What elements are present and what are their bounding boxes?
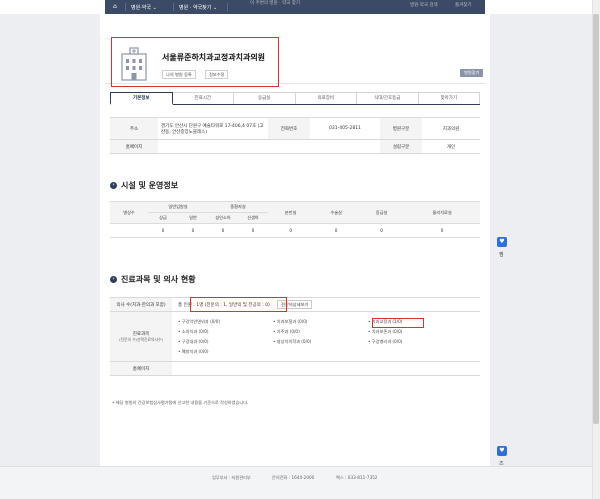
basic-info-table: 주소 경기도 안산시 단원구 예술타워로 17-406,4 07호 (고잔동, … — [110, 117, 480, 154]
hospital-header: 서울류준하치과교정과치과의원 나의 병원 등록 정보수정 병원찾기 — [105, 24, 485, 87]
doctors-table: 의사 수(치과·한의과 포함) 총 인원 : 1명 (전문의 : 1, 일반의 … — [110, 297, 480, 376]
doctor-count-label: 의사 수(치과·한의과 포함) — [110, 297, 172, 312]
address-label: 주소 — [110, 117, 158, 140]
favorites-link[interactable]: 즐겨찾기 — [455, 2, 472, 8]
doctors-section-title: › 진료과목 및 의사 현황 — [110, 274, 196, 285]
nav-divider — [173, 3, 174, 11]
main-content: 서울류준하치과교정과치과의원 나의 병원 등록 정보수정 병원찾기 기본정보 진… — [100, 14, 490, 466]
department-label-cell: 진료과목 (전문의 수/선택진료의사수) — [110, 311, 172, 362]
beds-value — [110, 223, 148, 238]
hospital-highlight-box: 서울류준하치과교정과치과의원 나의 병원 등록 정보수정 — [111, 37, 279, 87]
scrollbar[interactable] — [592, 0, 600, 499]
sub-header-general: 일반 — [178, 212, 208, 224]
department-sublabel: (전문의 수/선택진료의사수) — [119, 336, 163, 342]
operating-room-label: 수술실 — [313, 201, 359, 224]
homepage-value — [158, 139, 380, 154]
phone-value: 031-405-2811 — [310, 117, 380, 140]
homepage-label: 홈페이지 — [110, 139, 158, 154]
facility-section-title: › 시설 및 운영정보 — [110, 180, 178, 191]
department-item: • 치과보철과 (0/0) — [273, 318, 308, 324]
facility-value: 0 — [404, 223, 480, 238]
side-label-1: 찜 — [499, 252, 504, 258]
homepage-label: 홈페이지 — [110, 361, 172, 376]
nearby-search-link[interactable]: 이 주변의 병원 · 약국 찾기 — [250, 0, 300, 6]
facility-value: 0 — [208, 223, 238, 238]
home-icon[interactable]: ⌂ — [113, 3, 117, 10]
nav-divider — [125, 3, 126, 11]
scroll-thumb[interactable] — [593, 14, 599, 424]
top-bar: ⌂ 병원·약국 ⌄ 병원 · 약국찾기 ⌄ 이 주변의 병원 · 약국 찾기 병… — [0, 0, 600, 14]
facility-title-text: 시설 및 운영정보 — [121, 181, 179, 190]
department-list: • 구강악안면외과 (0/0) • 치과보철과 (0/0) • 치과교정과 (1… — [172, 315, 480, 359]
sub-header-newborn: 신생아 — [238, 212, 268, 224]
establishment-value: 개인 — [422, 139, 480, 154]
icu-label: 중환자실 — [208, 201, 268, 213]
chevron-right-icon: › — [110, 182, 117, 189]
tab-hours[interactable]: 진료시간 — [172, 92, 234, 104]
nav-item-hospital-pharmacy[interactable]: 병원·약국 ⌄ — [131, 4, 157, 11]
facility-value: 0 — [358, 223, 405, 238]
tab-equipment[interactable]: 의료장비 — [295, 92, 357, 104]
department-item: • 치과보존과 (0/0) — [368, 328, 403, 334]
tab-emergency[interactable]: 응급실 — [234, 92, 296, 104]
delivery-room-label: 분만실 — [268, 201, 314, 224]
footer-department: 업무부서 : 자원관리부 — [212, 475, 251, 480]
department-item: • 소아치과 (0/0) — [178, 328, 209, 334]
emergency-room-label: 응급실 — [358, 201, 405, 224]
sub-header-adult-child: 성인소아 — [208, 212, 238, 224]
facility-table: 병상수 일반입원실 중환자실 분만실 수술실 응급실 물리치료실 상급 일반 성… — [110, 201, 480, 238]
nav-item-find[interactable]: 병원 · 약국찾기 ⌄ — [179, 4, 217, 11]
facility-value: 0 — [313, 223, 359, 238]
favorites-label: 즐겨찾기 — [455, 3, 472, 8]
address-value: 경기도 안산시 단원구 예술타워로 17-406,4 07호 (고잔동, 안산중… — [158, 117, 268, 140]
department-item: • 구강악안면외과 (0/0) — [178, 318, 221, 324]
footer-inquiry: 문의전화 : 1644-2000 — [272, 475, 315, 480]
department-item: • 구강병리과 (0/0) — [368, 338, 403, 344]
department-item: • 구강내과 (0/0) — [178, 338, 209, 344]
department-item: • 예방치과 (0/0) — [178, 348, 209, 354]
register-my-hospital-button[interactable]: 나의 병원 등록 — [162, 70, 196, 79]
facility-value: 0 — [238, 223, 268, 238]
establishment-label: 설립구분 — [380, 139, 422, 154]
data-source-notice: • 해당 병원의 건강보험심사평가원에 신고한 내용을 기준으로 작성하였습니다… — [112, 400, 249, 405]
facility-value: 0 — [148, 223, 178, 238]
facility-value: 0 — [268, 223, 314, 238]
heart-icon[interactable]: ♥ — [497, 237, 507, 247]
doctors-title-text: 진료과목 및 의사 현황 — [121, 275, 196, 284]
department-item: • 치주과 (0/0) — [273, 328, 300, 334]
heart-icon[interactable]: ♥ — [497, 446, 507, 456]
find-hospital-button[interactable]: 병원찾기 — [460, 69, 484, 77]
tab-basic-info[interactable]: 기본정보 — [110, 92, 173, 105]
info-tabs: 기본정보 진료시간 응급실 의료장비 식대/간호등급 찾아가기 — [110, 92, 480, 105]
facility-value: 0 — [178, 223, 208, 238]
doctor-count-highlight-box — [190, 297, 287, 312]
homepage-value — [172, 361, 480, 376]
hospital-type-label: 병원구분 — [380, 117, 422, 140]
chevron-right-icon: › — [110, 276, 117, 283]
tab-directions[interactable]: 찾아가기 — [418, 92, 480, 104]
hospital-building-icon — [121, 47, 147, 81]
orthodontics-highlight-box — [372, 318, 424, 328]
department-item: • 영상치의학과 (0/0) — [273, 338, 312, 344]
sub-header-advanced: 상급 — [148, 212, 178, 224]
search-link[interactable]: 병원·약국 검색 — [410, 2, 438, 8]
footer: 업무부서 : 자원관리부 문의전화 : 1644-2000 팩스 : 033-8… — [0, 466, 592, 499]
footer-fax: 팩스 : 033-811-7352 — [336, 475, 378, 480]
search-label: 병원·약국 검색 — [410, 3, 438, 8]
tab-meals-nursing[interactable]: 식대/간호등급 — [357, 92, 419, 104]
phone-label: 전화번호 — [268, 117, 310, 140]
hospital-type-value: 치과의원 — [422, 117, 480, 140]
department-list-cell: • 구강악안면외과 (0/0) • 치과보철과 (0/0) • 치과교정과 (1… — [172, 311, 480, 362]
beds-label: 병상수 — [110, 201, 148, 224]
general-ward-label: 일반입원실 — [148, 201, 208, 213]
hospital-name: 서울류준하치과교정과치과의원 — [162, 53, 266, 62]
nav-divider — [227, 3, 228, 11]
edit-info-button[interactable]: 정보수정 — [205, 70, 229, 79]
physio-room-label: 물리치료실 — [404, 201, 480, 224]
